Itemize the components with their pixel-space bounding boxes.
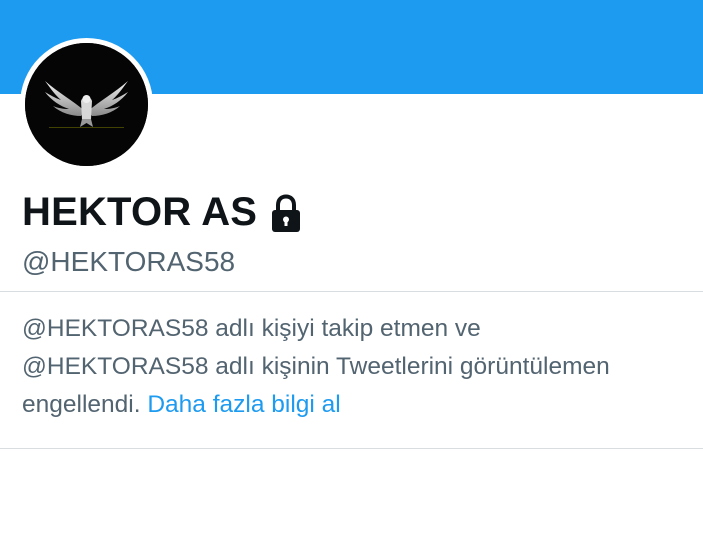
name-row: HEKTOR AS xyxy=(22,188,303,236)
profile-page: HEKTOR AS @HEKTORAS58 @HEKTORAS58 adlı k… xyxy=(0,0,703,556)
divider xyxy=(0,291,703,292)
blocked-notice-text: engellendi. xyxy=(22,391,141,418)
lock-icon xyxy=(272,194,301,232)
learn-more-link[interactable]: Daha fazla bilgi al xyxy=(147,391,340,418)
divider xyxy=(0,448,703,449)
profile-handle: @HEKTORAS58 xyxy=(22,246,236,277)
blocked-notice-line: @HEKTORAS58 adlı kişinin Tweetlerini gör… xyxy=(22,353,610,380)
blocked-notice: @HEKTORAS58 adlı kişiyi takip etmen ve @… xyxy=(22,310,692,424)
display-name: HEKTOR AS xyxy=(22,190,258,234)
avatar[interactable] xyxy=(25,43,148,166)
blocked-notice-line: engellendi. Daha fazla bilgi al xyxy=(22,386,692,424)
blocked-notice-line: @HEKTORAS58 adlı kişiyi takip etmen ve xyxy=(22,315,481,342)
eagle-logo-image xyxy=(25,43,148,166)
